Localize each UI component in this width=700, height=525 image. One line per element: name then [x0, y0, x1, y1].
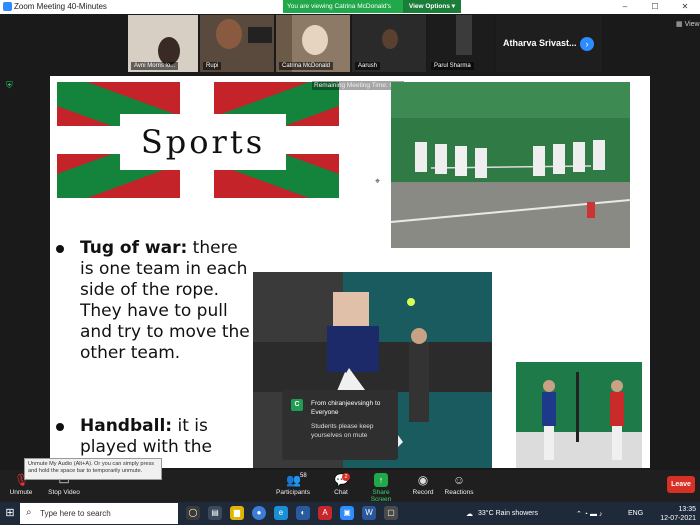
- weather-icon: ☁: [466, 511, 473, 518]
- language-indicator[interactable]: ENG: [628, 510, 643, 517]
- video-tile[interactable]: Avni Morris lo...: [128, 15, 198, 72]
- participant-name: Aarush: [355, 62, 381, 70]
- participants-button[interactable]: 👥 58 Participants: [274, 473, 312, 496]
- leave-button[interactable]: Leave: [667, 476, 695, 493]
- participant-name: Parul Sharma: [431, 62, 474, 70]
- chat-unread-badge: 2: [342, 473, 350, 481]
- chat-notification[interactable]: C From chiranjeevsingh to Everyone Stude…: [282, 390, 398, 460]
- windows-start-icon[interactable]: ⊞: [0, 502, 20, 525]
- window-title: Zoom Meeting 40-Minutes: [14, 2, 107, 11]
- search-placeholder: Type here to search: [40, 509, 111, 518]
- word-icon[interactable]: W: [362, 506, 376, 520]
- participants-count: 58: [300, 473, 307, 479]
- share-screen-icon: ↑: [374, 473, 388, 487]
- close-button[interactable]: ✕: [670, 0, 700, 14]
- windows-taskbar: ⊞ ⌕ Type here to search ◯ ▤ ▆ ● e ◐ A ▣ …: [0, 502, 700, 525]
- participant-name: Avni Morris lo...: [131, 62, 179, 70]
- bullet-item: Tug of war: there is one team in each si…: [50, 238, 290, 368]
- bullet-text: Tug of war: there is one team in each si…: [80, 238, 252, 364]
- stop-video-label: Stop Video: [48, 489, 80, 496]
- active-speaker-name: Atharva Srivast...: [503, 38, 577, 48]
- tray-icons[interactable]: ⌃ ◔ ▬ ♪: [576, 510, 602, 518]
- video-tile[interactable]: Catrina McDonald: [276, 15, 350, 72]
- view-options-button[interactable]: View Options ▾: [402, 0, 461, 13]
- unmute-tooltip: Unmute My Audio (Alt+A). Or you can simp…: [24, 458, 162, 480]
- bullet-dot: [56, 423, 64, 431]
- slide-title-box: Sports: [120, 114, 286, 170]
- participants-label: Participants: [276, 489, 310, 496]
- match-illustration: [516, 362, 642, 468]
- participant-image: [158, 37, 180, 65]
- handball-match-photo: [516, 362, 642, 468]
- reactions-button[interactable]: ☺ Reactions: [444, 473, 474, 496]
- chat-label: Chat: [334, 489, 348, 496]
- view-button[interactable]: ▦ View: [676, 20, 700, 28]
- search-icon: ⌕: [26, 507, 32, 518]
- background-object: [248, 27, 272, 43]
- title-banner-image: Sports: [57, 82, 339, 198]
- taskbar-app-icon[interactable]: ▢: [384, 506, 398, 520]
- smiley-icon: ☺: [452, 473, 466, 487]
- unmute-label: Unmute: [9, 489, 33, 496]
- widgets-icon[interactable]: ▤: [208, 506, 222, 520]
- video-tile[interactable]: Parul Sharma: [428, 15, 494, 72]
- participants-icon: 👥: [286, 473, 301, 487]
- record-icon: ◉: [417, 473, 429, 487]
- record-button[interactable]: ◉ Record: [408, 473, 438, 496]
- bullet-dot: [56, 245, 64, 253]
- shield-icon: ⛨: [6, 80, 13, 90]
- chat-message: Students please keep yourselves on mute: [311, 423, 374, 439]
- screen-share-banner: You are viewing Catrina McDonald's scree…: [283, 0, 461, 23]
- tug-of-war-photo: [391, 82, 630, 248]
- mouse-cursor-icon: ⌖: [375, 176, 381, 186]
- chrome-icon[interactable]: ●: [252, 506, 266, 520]
- view-label: View: [684, 21, 700, 28]
- participant-name: Catrina McDonald: [279, 62, 334, 70]
- bullet-term: Tug of war:: [80, 238, 188, 258]
- chat-sender: From chiranjeevsingh to Everyone: [311, 400, 381, 416]
- minimize-button[interactable]: –: [610, 0, 640, 14]
- chat-button[interactable]: 💬 2 Chat: [326, 473, 356, 496]
- background-object: [456, 15, 472, 55]
- system-tray: ☁ 33°C Rain showers ⌃ ◔ ▬ ♪ ENG 13:35 12…: [466, 502, 696, 525]
- record-label: Record: [412, 489, 434, 496]
- clock-date: 12-07-2021: [660, 515, 696, 522]
- window-controls: – ☐ ✕: [610, 0, 700, 14]
- video-tile[interactable]: Rupi: [200, 15, 274, 72]
- maximize-button[interactable]: ☐: [640, 0, 670, 14]
- participant-image: [382, 29, 398, 49]
- next-page-arrow-icon[interactable]: ›: [580, 37, 594, 51]
- zoom-logo-icon: [3, 2, 12, 11]
- participant-image: [302, 25, 328, 55]
- taskbar-search-box[interactable]: ⌕ Type here to search: [20, 503, 178, 524]
- clock-time: 13:35: [678, 506, 696, 513]
- zoom-app-icon[interactable]: ▣: [340, 506, 354, 520]
- weather-text[interactable]: 33°C Rain showers: [478, 510, 538, 517]
- participant-name: Rupi: [203, 62, 222, 70]
- share-screen-label: Share Screen: [370, 489, 392, 503]
- bullet-term: Handball:: [80, 416, 173, 436]
- tug-of-war-illustration: [391, 82, 630, 248]
- share-screen-button[interactable]: ↑ Share Screen: [362, 473, 400, 503]
- slide-title: Sports: [140, 123, 266, 161]
- video-tile[interactable]: Aarush: [352, 15, 426, 72]
- acrobat-icon[interactable]: A: [318, 506, 332, 520]
- file-explorer-icon[interactable]: ▆: [230, 506, 244, 520]
- firefox-icon[interactable]: ◐: [296, 506, 310, 520]
- sender-avatar: C: [291, 399, 303, 411]
- banner-message: You are viewing Catrina McDonald's scree…: [287, 3, 391, 23]
- task-view-icon[interactable]: ◯: [186, 506, 200, 520]
- reactions-label: Reactions: [444, 489, 474, 496]
- taskbar-clock[interactable]: 13:35 12-07-2021: [660, 505, 696, 523]
- active-speaker-tile[interactable]: Atharva Srivast... ›: [496, 15, 602, 72]
- edge-icon[interactable]: e: [274, 506, 288, 520]
- participant-image: [216, 19, 242, 49]
